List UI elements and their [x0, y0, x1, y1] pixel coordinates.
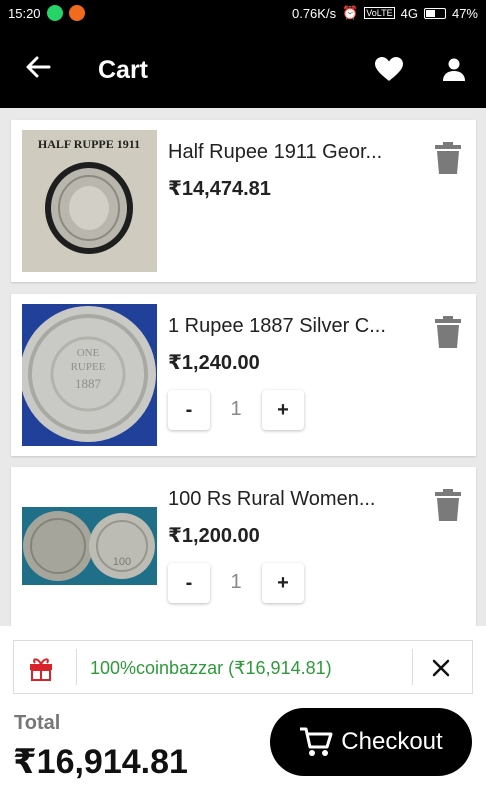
- product-name[interactable]: 100 Rs Rural Women...: [168, 488, 413, 511]
- image-caption: HALF RUPPE 1911: [38, 137, 140, 151]
- divider: [76, 649, 77, 685]
- whatsapp-notification-icon: [46, 5, 63, 21]
- app-bar: Cart: [0, 26, 486, 108]
- remove-coupon-button[interactable]: [426, 653, 456, 683]
- svg-text:RUPEE: RUPEE: [71, 361, 106, 373]
- delete-button[interactable]: [435, 489, 461, 521]
- quantity-value: 1: [230, 571, 242, 593]
- coupon-text: 100%coinbazzar (₹16,914.81): [90, 658, 332, 678]
- battery-percent: 47%: [451, 5, 478, 21]
- app-notification-icon: [68, 5, 85, 21]
- network-speed: 0.76K/s: [291, 5, 337, 21]
- volte-badge: VoLTE: [364, 7, 395, 19]
- alarm-icon: ⏰: [342, 5, 359, 20]
- product-image[interactable]: ONE RUPEE 1887: [22, 304, 157, 446]
- product-image[interactable]: 100: [22, 507, 157, 585]
- gift-icon: [30, 658, 52, 681]
- svg-text:ONE: ONE: [77, 347, 100, 359]
- arrow-left-icon: [26, 56, 51, 78]
- favorites-button[interactable]: [372, 54, 406, 84]
- heart-icon: [375, 57, 403, 81]
- cart-item: ONE RUPEE 1887 1 Rupee 1887 Silver C... …: [11, 294, 476, 456]
- svg-text:100: 100: [113, 556, 131, 568]
- cart-summary-panel: 100%coinbazzar (₹16,914.81) Total ₹16,91…: [0, 626, 486, 800]
- quantity-value: 1: [230, 398, 242, 420]
- product-name[interactable]: 1 Rupee 1887 Silver C...: [168, 315, 413, 338]
- svg-text:1887: 1887: [75, 376, 102, 391]
- page-title: Cart: [98, 56, 149, 84]
- cart-item: HALF RUPPE 1911 Half Rupee 1911 Geor... …: [11, 120, 476, 282]
- product-image[interactable]: HALF RUPPE 1911: [22, 130, 157, 272]
- cart-icon: [300, 727, 333, 756]
- product-price: ₹14,474.81: [168, 178, 271, 200]
- cart-item: 100 100 Rs Rural Women... ₹1,200.00 - 1 …: [11, 467, 476, 626]
- increase-quantity-button[interactable]: +: [262, 390, 304, 430]
- delete-button[interactable]: [435, 316, 461, 348]
- status-bar: 15:20 0.76K/s ⏰ VoLTE 4G 47%: [0, 0, 486, 26]
- delete-button[interactable]: [435, 142, 461, 174]
- quantity-stepper: - 1 +: [168, 390, 308, 432]
- status-time: 15:20: [8, 5, 41, 21]
- trash-icon: [435, 142, 461, 174]
- applied-coupon: 100%coinbazzar (₹16,914.81): [13, 640, 473, 694]
- trash-icon: [435, 316, 461, 348]
- trash-icon: [435, 489, 461, 521]
- divider: [412, 649, 413, 685]
- decrease-quantity-button[interactable]: -: [168, 390, 210, 430]
- checkout-label: Checkout: [341, 728, 443, 755]
- account-button[interactable]: [438, 54, 470, 84]
- back-button[interactable]: [20, 52, 56, 82]
- battery-icon: [423, 7, 446, 19]
- quantity-stepper: - 1 +: [168, 563, 308, 605]
- increase-quantity-button[interactable]: +: [262, 563, 304, 603]
- checkout-button[interactable]: Checkout: [270, 708, 472, 776]
- decrease-quantity-button[interactable]: -: [168, 563, 210, 603]
- product-price: ₹1,240.00: [168, 352, 260, 374]
- total-label: Total: [14, 712, 61, 734]
- total-value: ₹16,914.81: [13, 743, 188, 781]
- product-name[interactable]: Half Rupee 1911 Geor...: [168, 141, 413, 164]
- close-icon: [432, 659, 450, 677]
- network-type: 4G: [400, 5, 418, 21]
- person-icon: [443, 58, 465, 81]
- product-price: ₹1,200.00: [168, 525, 260, 547]
